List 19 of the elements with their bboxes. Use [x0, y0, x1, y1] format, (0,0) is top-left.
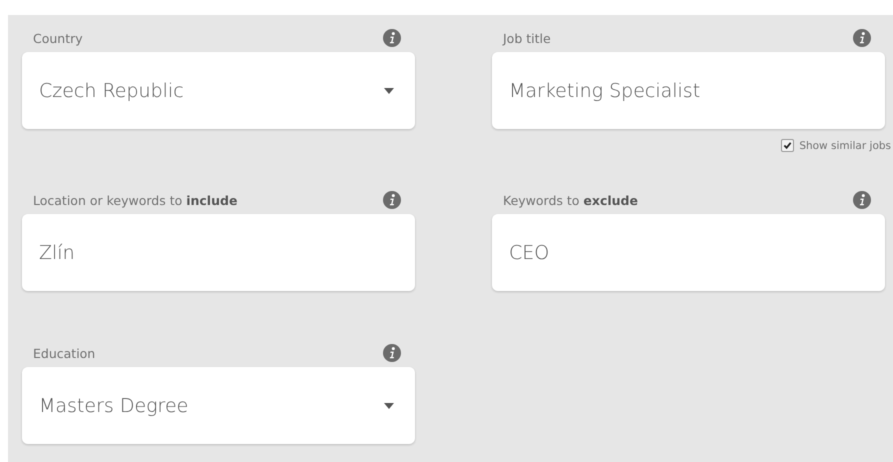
info-icon[interactable] [383, 191, 401, 209]
dropdown[interactable]: Masters Degree [22, 367, 415, 444]
info-icon[interactable] [853, 29, 871, 47]
input-field[interactable]: Zlín [22, 214, 415, 291]
caret-icon [384, 88, 394, 94]
checkbox-label: Show similar jobs [799, 140, 891, 152]
field-label: Keywords to exclude [503, 192, 638, 208]
field-label: Job title [503, 30, 551, 46]
dropdown[interactable]: Czech Republic [22, 52, 415, 129]
input-field[interactable]: CEO [492, 214, 885, 291]
input-field[interactable]: Marketing Specialist [492, 52, 885, 129]
checkbox[interactable] [781, 139, 794, 152]
field-label: Location or keywords to include [33, 192, 238, 208]
info-icon[interactable] [383, 29, 401, 47]
info-icon[interactable] [383, 344, 401, 362]
caret-icon [384, 402, 394, 408]
field-label: Education [33, 346, 96, 360]
info-icon[interactable] [853, 191, 871, 209]
field-label: Country [33, 30, 83, 46]
